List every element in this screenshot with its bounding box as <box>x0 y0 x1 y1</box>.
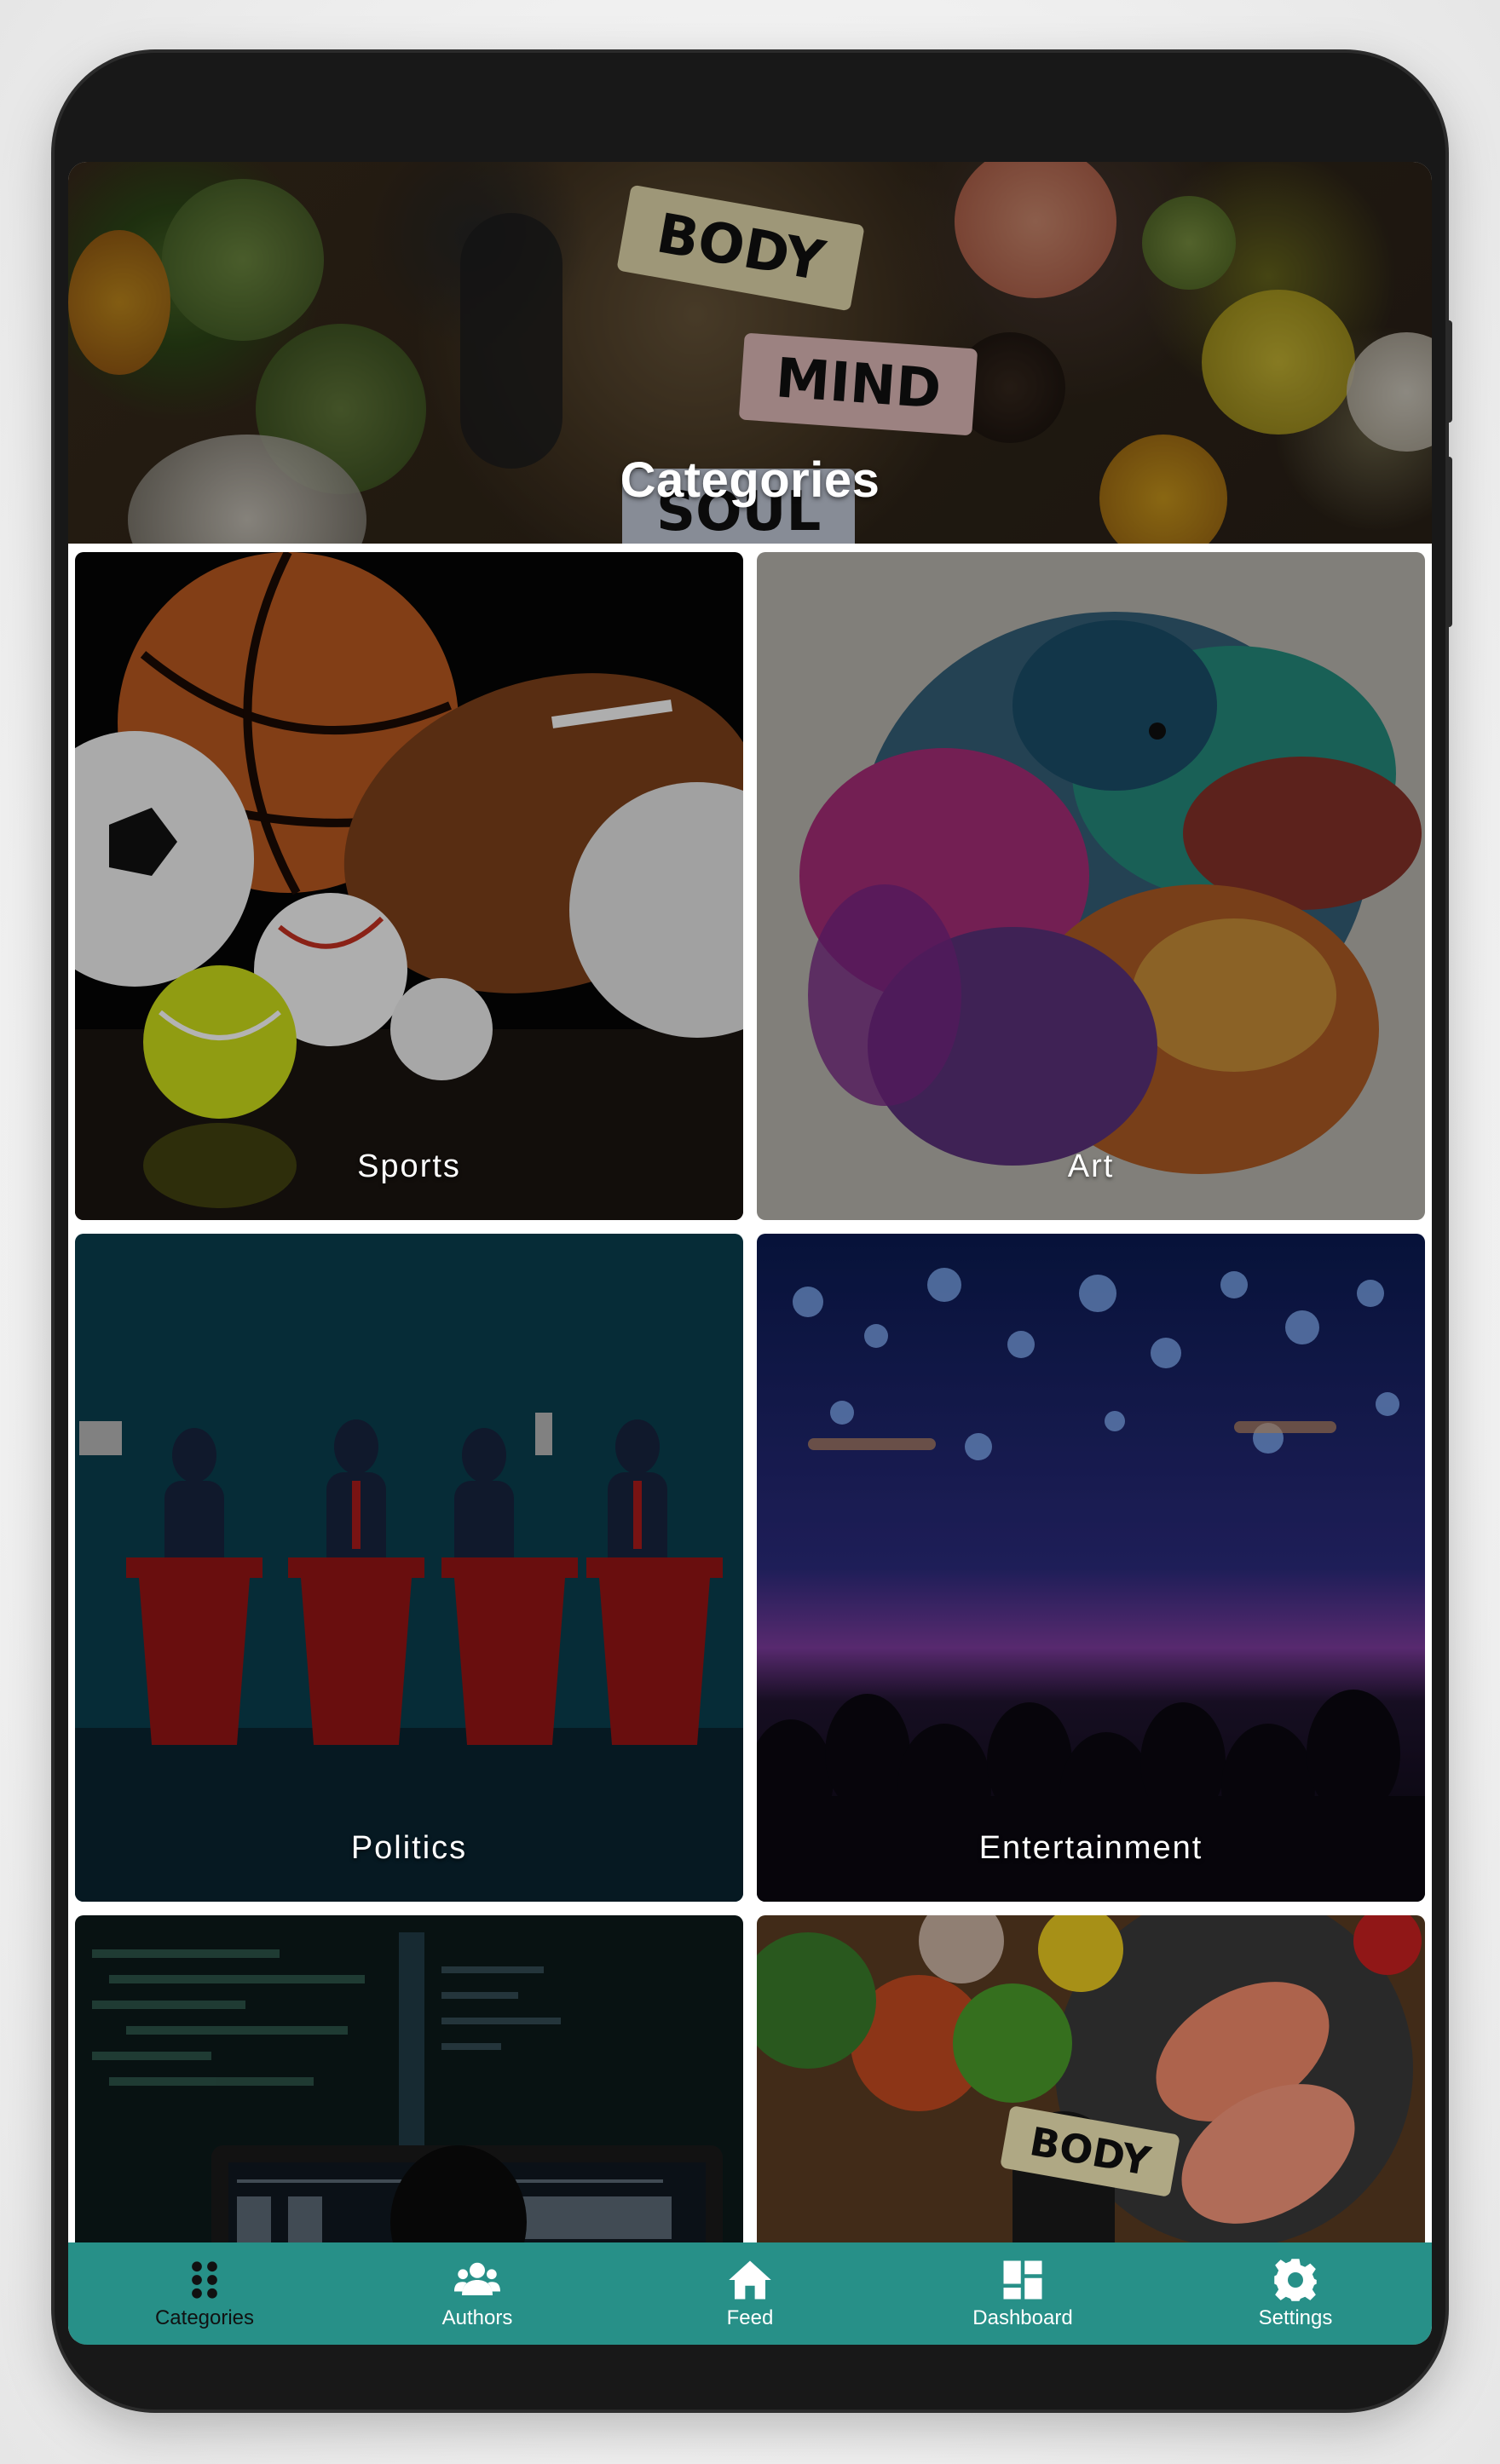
category-label: Art <box>1067 1149 1115 1184</box>
nav-settings[interactable]: Settings <box>1159 2242 1432 2345</box>
tile-overlay <box>757 1234 1425 1902</box>
bottom-navigation: Categories Authors Feed Dashboard Settin… <box>68 2242 1432 2345</box>
nav-label: Dashboard <box>972 2306 1073 2329</box>
nav-label: Authors <box>441 2306 513 2329</box>
gear-icon <box>1274 2259 1317 2301</box>
grid-icon <box>192 2261 217 2299</box>
category-label: Politics <box>350 1830 468 1866</box>
volume-button <box>1445 320 1452 423</box>
nav-dashboard[interactable]: Dashboard <box>886 2242 1159 2345</box>
tile-overlay <box>757 552 1425 1220</box>
power-button <box>1445 457 1452 627</box>
category-label: Sports <box>357 1149 461 1184</box>
users-icon <box>454 2262 500 2295</box>
tile-overlay <box>75 552 743 1220</box>
page-title: Categories <box>620 452 880 508</box>
nav-categories[interactable]: Categories <box>68 2242 341 2345</box>
category-tile-art[interactable]: Art <box>757 552 1425 1220</box>
category-tile-politics[interactable]: Politics <box>75 1234 743 1902</box>
nav-label: Feed <box>726 2306 774 2329</box>
category-label: Entertainment <box>978 1830 1203 1866</box>
category-tile-entertainment[interactable]: Entertainment <box>757 1234 1425 1902</box>
tile-overlay <box>75 1234 743 1902</box>
nav-authors[interactable]: Authors <box>341 2242 614 2345</box>
header-banner: BODY MIND SOUL Categories <box>68 162 1432 544</box>
nav-feed[interactable]: Feed <box>614 2242 886 2345</box>
category-tile-sports[interactable]: Sports <box>75 552 743 1220</box>
nav-label: Categories <box>154 2306 255 2329</box>
home-icon <box>729 2260 771 2300</box>
app-screen: BODY MIND SOUL Categories Sports Art Pol… <box>68 162 1432 2345</box>
nav-label: Settings <box>1258 2306 1333 2329</box>
dashboard-icon <box>1003 2260 1042 2300</box>
